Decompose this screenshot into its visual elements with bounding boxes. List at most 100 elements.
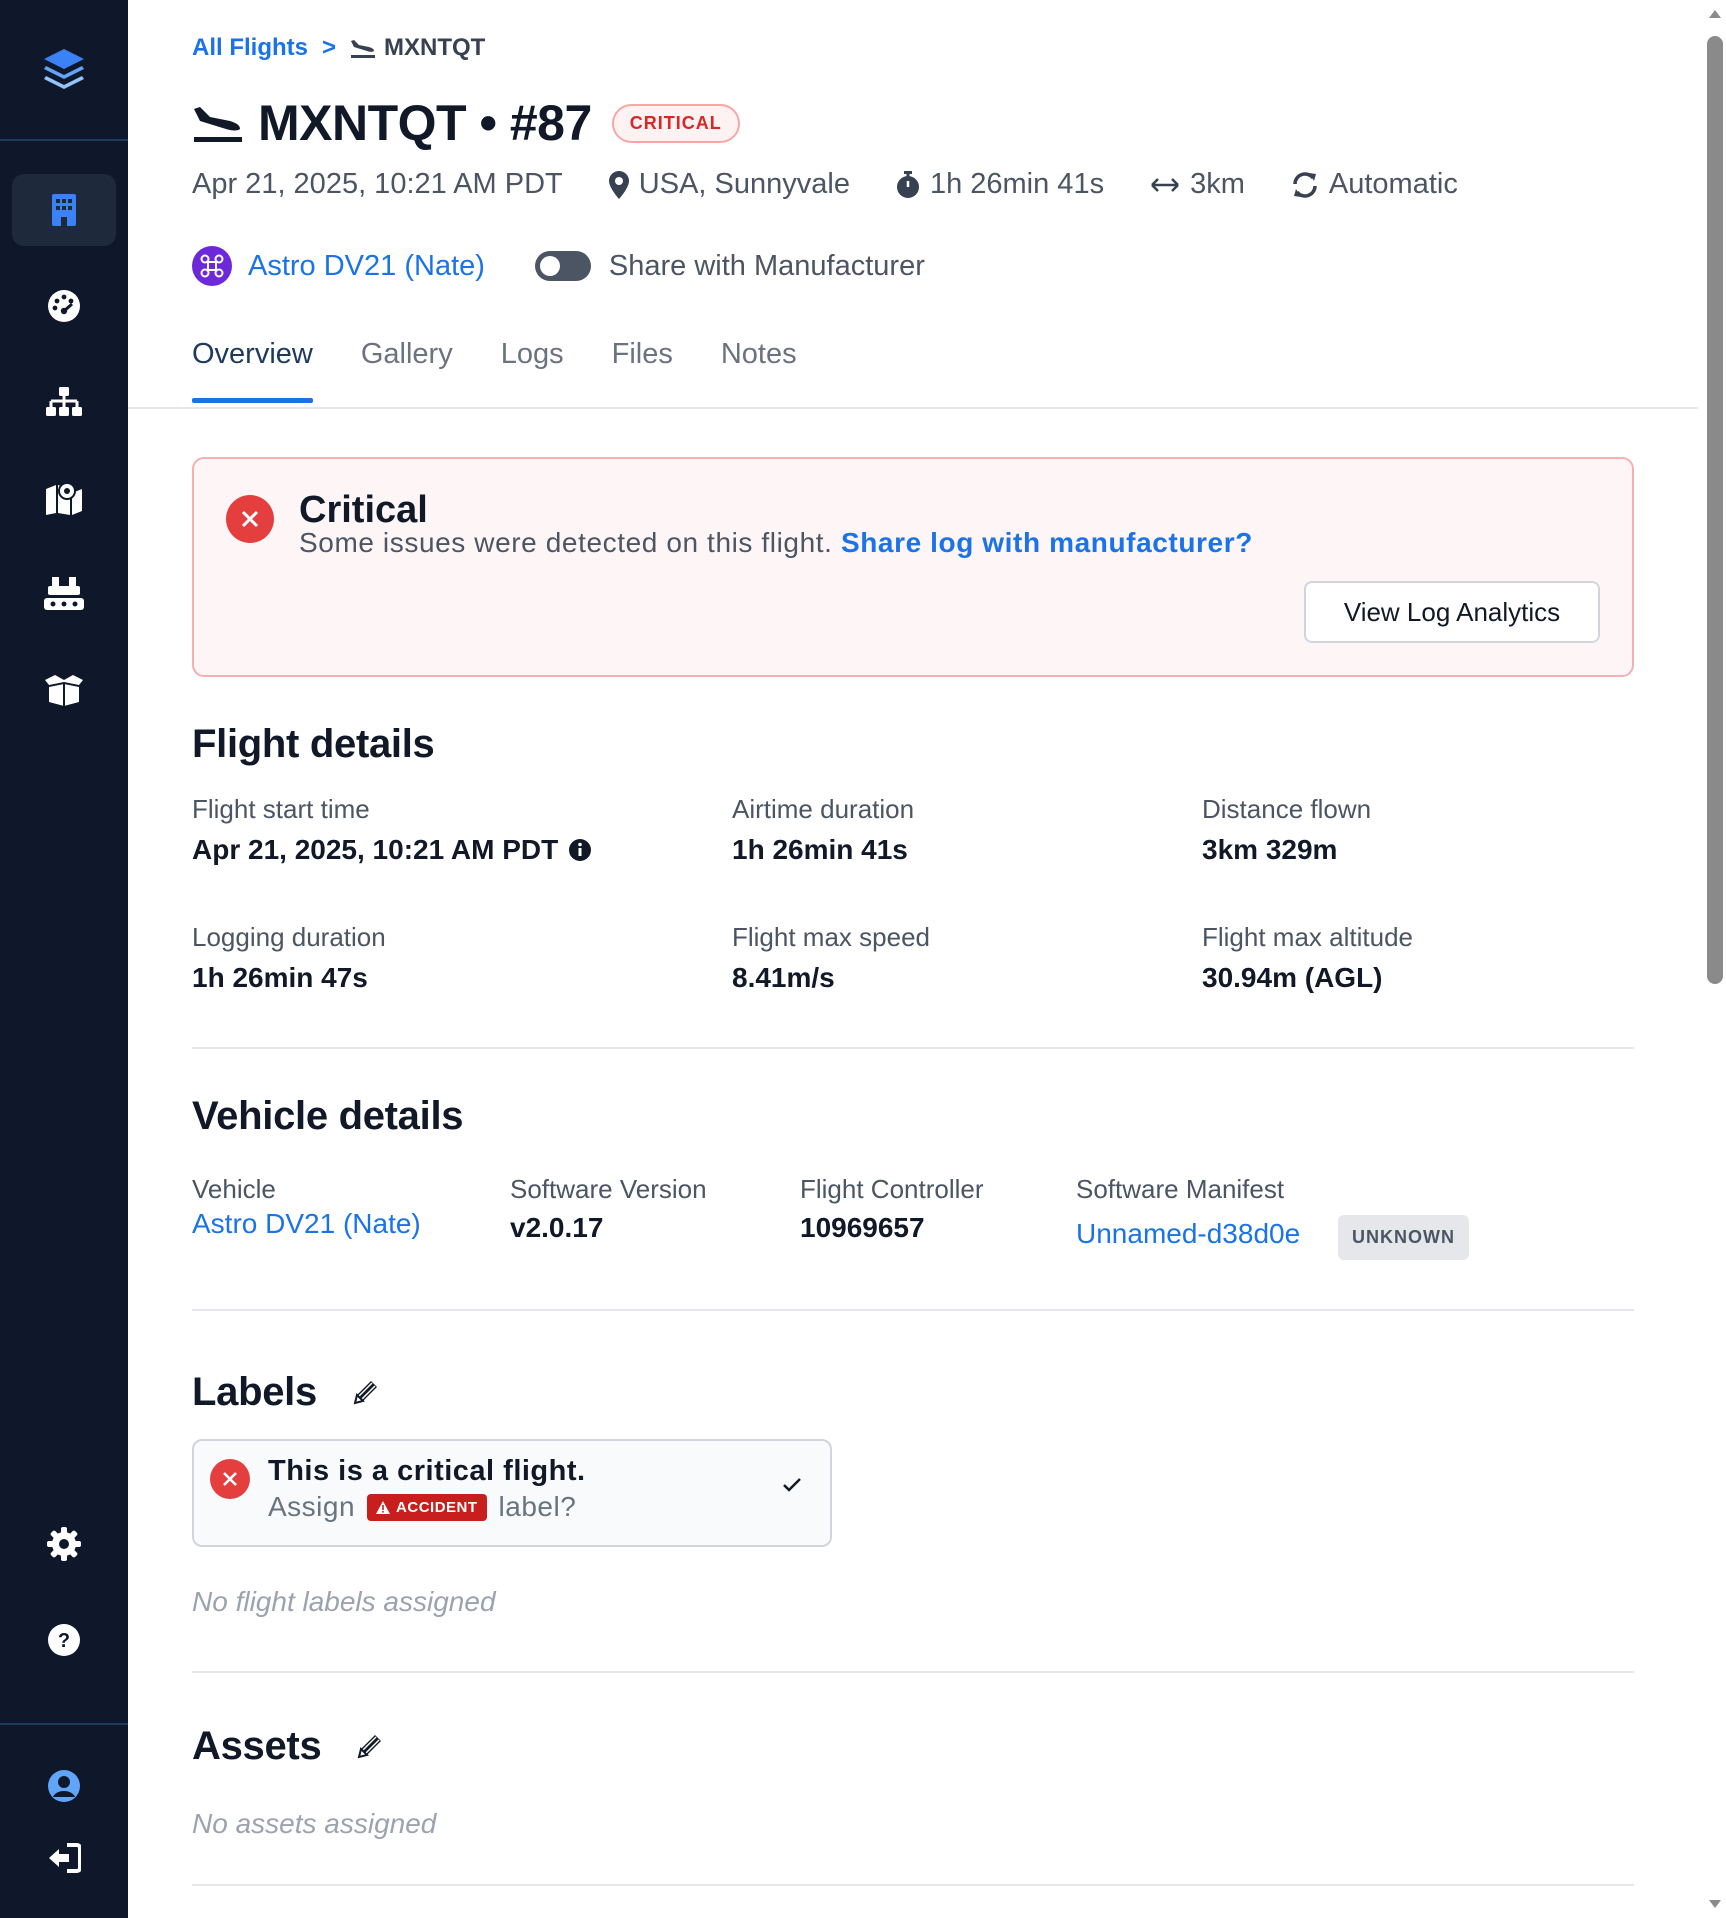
meta-distance: 3km [1150, 168, 1245, 201]
building-icon [52, 194, 76, 226]
meta-date: Apr 21, 2025, 10:21 AM PDT [192, 168, 563, 201]
sidebar-item-map[interactable] [12, 462, 116, 534]
assets-title: Assets [192, 1724, 322, 1768]
app-logo[interactable] [0, 0, 128, 141]
sidebar-item-inventory[interactable] [12, 654, 116, 726]
meta-distance-value: 3km [1190, 168, 1245, 200]
flight-max-altitude-value: 30.94m (AGL) [1202, 962, 1383, 993]
horizontal-arrows-icon [1151, 177, 1179, 192]
tab-notes[interactable]: Notes [721, 338, 797, 399]
sidebar-item-organization[interactable] [12, 174, 116, 246]
page-scrollbar[interactable] [1704, 0, 1726, 1918]
accident-label-text: ACCIDENT [396, 1498, 478, 1516]
sidebar-item-dashboard[interactable] [12, 270, 116, 342]
drone-icon [200, 254, 224, 278]
scroll-down-arrow[interactable] [1709, 1900, 1721, 1908]
software-version-label: Software Version [510, 1174, 707, 1204]
logging-duration-label: Logging duration [192, 922, 386, 952]
accident-label-badge: ACCIDENT [367, 1493, 487, 1521]
tab-logs[interactable]: Logs [501, 338, 564, 399]
sidebar-item-account[interactable] [12, 1750, 116, 1822]
label-suggestion-text: Assign ACCIDENT label? [268, 1491, 576, 1523]
label-suggestion-suffix: label? [498, 1491, 577, 1522]
tab-overview[interactable]: Overview [192, 338, 313, 403]
layers-logo-icon [44, 48, 84, 89]
alert-title: Critical [299, 489, 428, 531]
plane-landing-icon [194, 107, 242, 142]
view-log-analytics-button[interactable]: View Log Analytics [1304, 581, 1600, 643]
page-header: MXNTQT • #87 CRITICAL [192, 94, 740, 152]
error-x-icon [226, 495, 274, 543]
error-x-icon [210, 1459, 250, 1499]
sidebar-item-fleet[interactable] [12, 558, 116, 630]
meta-mode: Automatic [1291, 168, 1458, 201]
airtime-duration-label: Airtime duration [732, 794, 915, 824]
sidebar-item-logout[interactable] [12, 1822, 116, 1894]
distance-flown-label: Distance flown [1202, 794, 1372, 824]
flight-max-altitude-label: Flight max altitude [1202, 922, 1413, 952]
flight-start-time-text: Apr 21, 2025, 10:21 AM PDT [192, 834, 559, 865]
sidebar-item-settings[interactable] [12, 1508, 116, 1580]
share-log-link[interactable]: Share log with manufacturer? [841, 527, 1253, 558]
flight-max-speed-label: Flight max speed [732, 922, 930, 952]
section-divider [192, 1884, 1634, 1886]
flight-details-title: Flight details [192, 722, 435, 766]
section-divider [192, 1309, 1634, 1311]
software-manifest-link[interactable]: Unnamed-d38d0e [1076, 1218, 1300, 1250]
distance-flown-value: 3km 329m [1202, 834, 1338, 865]
critical-alert: Critical Some issues were detected on th… [192, 457, 1634, 677]
logging-duration-value: 1h 26min 47s [192, 962, 368, 993]
flight-meta: Apr 21, 2025, 10:21 AM PDT USA, Sunnyval… [192, 168, 1504, 201]
software-manifest-label: Software Manifest [1076, 1174, 1285, 1204]
manifest-status-badge: UNKNOWN [1338, 1215, 1469, 1260]
vehicle-share-row: Astro DV21 (Nate) Share with Manufacture… [192, 246, 925, 286]
breadcrumb-all-flights-link[interactable]: All Flights [192, 34, 308, 62]
status-badge: CRITICAL [611, 103, 740, 143]
sidebar-divider [0, 1723, 128, 1725]
fleet-dock-icon [44, 577, 84, 610]
flight-controller-value: 10969657 [800, 1212, 925, 1243]
vehicle-details-link[interactable]: Astro DV21 (Nate) [192, 1208, 421, 1240]
tab-gallery[interactable]: Gallery [361, 338, 453, 399]
edit-pencil-icon[interactable] [350, 1376, 382, 1408]
dashboard-gauge-icon [48, 290, 80, 322]
flight-controller-label: Flight Controller [800, 1174, 984, 1204]
flight-start-time-label: Flight start time [192, 794, 370, 824]
breadcrumb-current: MXNTQT [350, 34, 485, 62]
drone-avatar [192, 246, 232, 286]
meta-mode-value: Automatic [1328, 168, 1458, 200]
map-pin-icon [608, 170, 629, 199]
sidebar-item-hierarchy[interactable] [12, 366, 116, 438]
sidebar: ? [0, 0, 128, 1918]
edit-pencil-icon[interactable] [354, 1730, 386, 1762]
vehicle-link[interactable]: Astro DV21 (Nate) [248, 250, 485, 283]
breadcrumb: All Flights > MXNTQT [192, 34, 485, 62]
warning-triangle-icon [376, 1500, 391, 1514]
alert-message-text: Some issues were detected on this flight… [299, 527, 833, 558]
breadcrumb-separator: > [322, 34, 337, 61]
label-suggestion-prefix: Assign [268, 1491, 356, 1522]
tab-files[interactable]: Files [612, 338, 673, 399]
sidebar-item-help[interactable]: ? [12, 1604, 116, 1676]
tab-bar: Overview Gallery Logs Files Notes [192, 338, 845, 403]
info-icon[interactable] [568, 838, 592, 862]
no-assets-message: No assets assigned [192, 1808, 437, 1839]
flight-max-speed-value: 8.41m/s [732, 962, 835, 993]
plane-landing-icon [351, 40, 376, 58]
label-suggestion-title: This is a critical flight. [268, 1455, 586, 1487]
flight-start-time-value: Apr 21, 2025, 10:21 AM PDT [192, 834, 592, 866]
share-with-manufacturer-toggle[interactable] [534, 251, 591, 281]
meta-location: USA, Sunnyvale [608, 168, 850, 201]
software-version-value: v2.0.17 [510, 1212, 604, 1243]
meta-date-value: Apr 21, 2025, 10:21 AM PDT [192, 168, 563, 200]
vehicle-details-title: Vehicle details [192, 1094, 464, 1138]
meta-duration-value: 1h 26min 41s [929, 168, 1105, 200]
stopwatch-icon [896, 170, 919, 198]
meta-location-value: USA, Sunnyvale [638, 168, 850, 200]
tab-divider [128, 407, 1698, 409]
scroll-thumb[interactable] [1707, 36, 1723, 984]
accept-check-icon[interactable] [782, 1477, 802, 1493]
scroll-up-arrow[interactable] [1709, 10, 1721, 18]
breadcrumb-current-label: MXNTQT [384, 34, 486, 61]
section-divider [192, 1047, 1634, 1049]
